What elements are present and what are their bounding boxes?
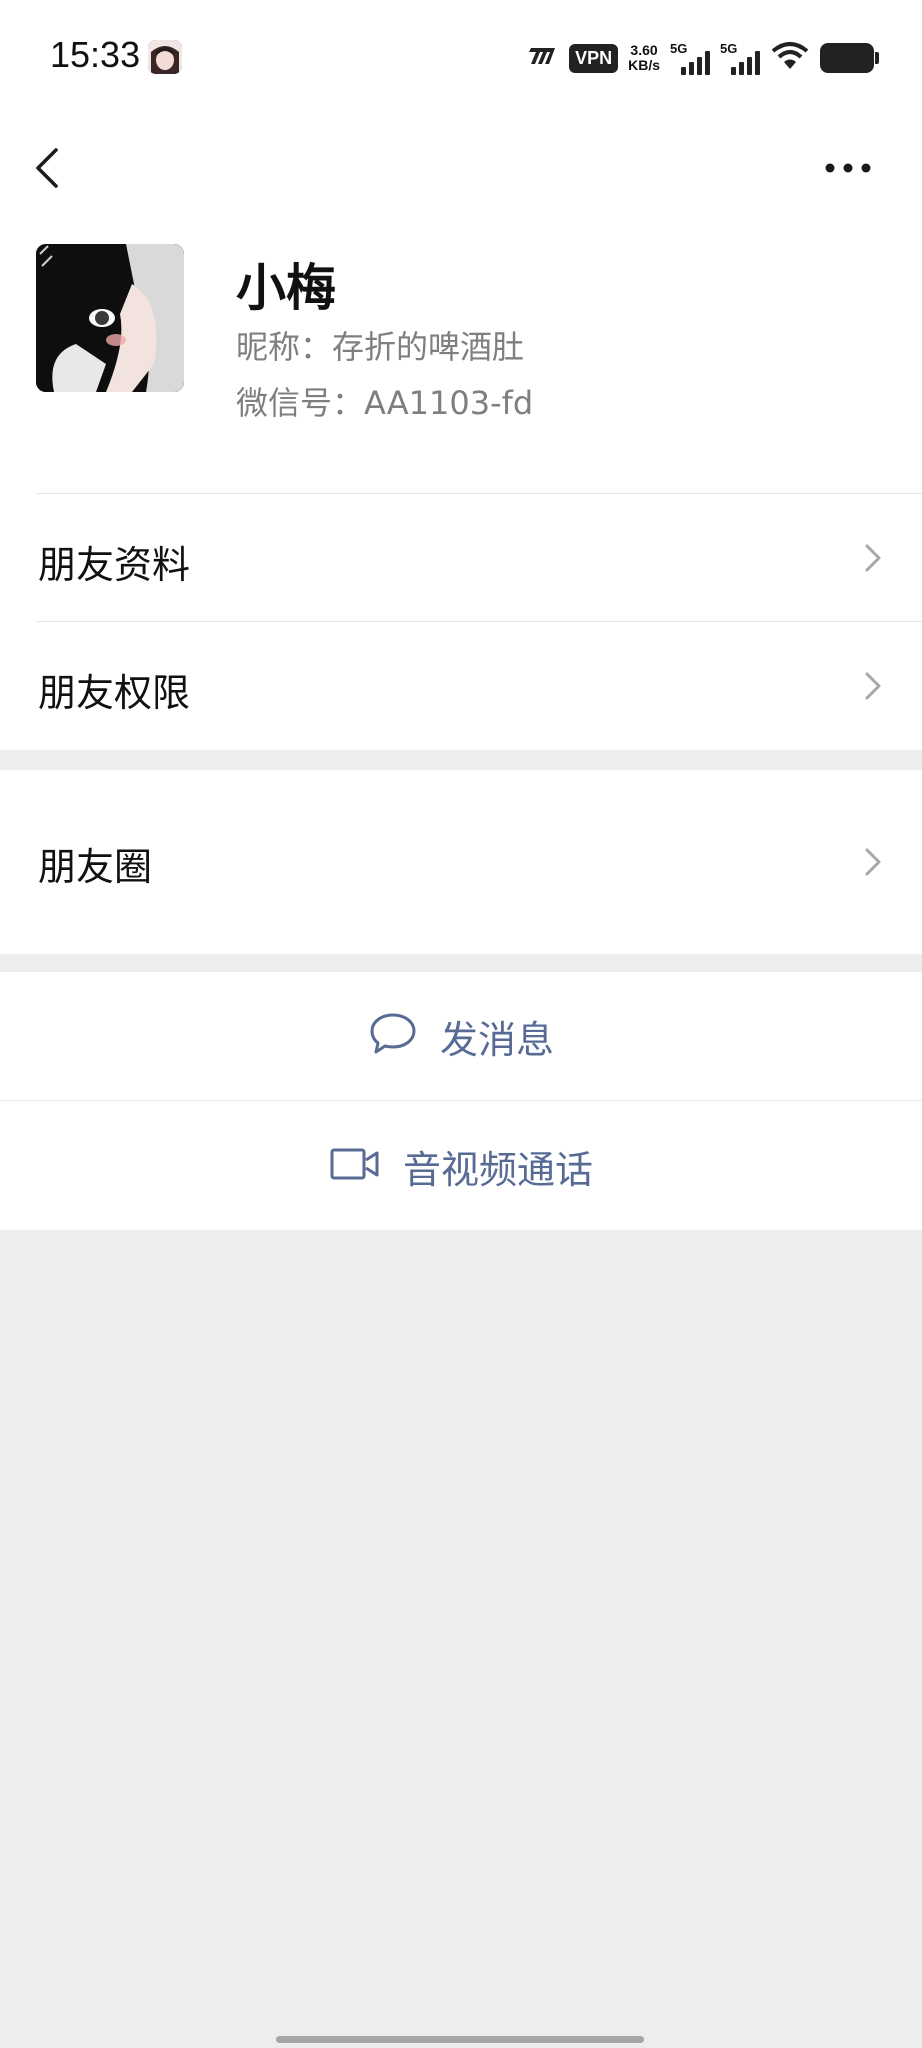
send-message-button[interactable]: 发消息 — [0, 972, 922, 1100]
chevron-right-icon — [862, 842, 884, 882]
carrier-icon — [525, 46, 559, 70]
navigation-bar — [0, 116, 922, 232]
action-group: 发消息 音视频通话 — [0, 972, 922, 1230]
video-camera-icon — [329, 1145, 381, 1187]
more-dots-icon[interactable] — [818, 146, 878, 186]
contact-wechat-id: 微信号：AA1103-fd — [236, 384, 534, 422]
network-speed: 3.60 KB/s — [628, 43, 660, 73]
menu-item-moments[interactable]: 朋友圈 — [0, 770, 922, 954]
menu-item-label: 朋友资料 — [38, 543, 191, 587]
status-bar: 15:33 VPN 3.60 KB/s 5G 5G — [0, 0, 922, 116]
status-indicators: VPN 3.60 KB/s 5G 5G — [525, 36, 879, 80]
video-call-button[interactable]: 音视频通话 — [0, 1102, 922, 1230]
contact-nickname: 昵称：存折的啤酒肚 — [236, 328, 525, 366]
chevron-right-icon — [862, 666, 884, 706]
chevron-left-icon[interactable] — [30, 136, 70, 196]
home-indicator[interactable] — [276, 2036, 644, 2043]
battery-icon — [820, 43, 879, 73]
chat-bubble-icon — [368, 1011, 418, 1061]
divider — [0, 1100, 922, 1101]
profile-header: 小梅 昵称：存折的啤酒肚 微信号：AA1103-fd — [0, 232, 922, 494]
vpn-icon: VPN — [569, 43, 619, 73]
send-message-label: 发消息 — [439, 1017, 554, 1062]
speed-value: 3.60 — [630, 42, 658, 58]
contact-name: 小梅 — [236, 259, 336, 317]
signal-icon: 5G — [720, 41, 760, 75]
menu-item-friend-info[interactable]: 朋友资料 — [0, 494, 922, 622]
contact-profile-page: 15:33 VPN 3.60 KB/s 5G 5G 小梅 昵称：存折的啤酒肚 微… — [0, 0, 922, 2048]
menu-item-label: 朋友圈 — [38, 845, 153, 889]
status-time: 15:33 — [50, 34, 141, 75]
speed-unit: KB/s — [628, 57, 660, 73]
settings-group: 朋友资料 朋友权限 — [0, 494, 922, 750]
wifi-icon — [770, 41, 810, 75]
chevron-right-icon — [862, 538, 884, 578]
signal-icon: 5G — [670, 41, 710, 75]
avatar[interactable] — [36, 244, 184, 392]
menu-item-friend-permissions[interactable]: 朋友权限 — [0, 622, 922, 750]
video-call-label: 音视频通话 — [402, 1147, 593, 1192]
settings-group: 朋友圈 — [0, 770, 922, 954]
app-avatar-icon — [148, 40, 182, 74]
menu-item-label: 朋友权限 — [38, 671, 191, 715]
